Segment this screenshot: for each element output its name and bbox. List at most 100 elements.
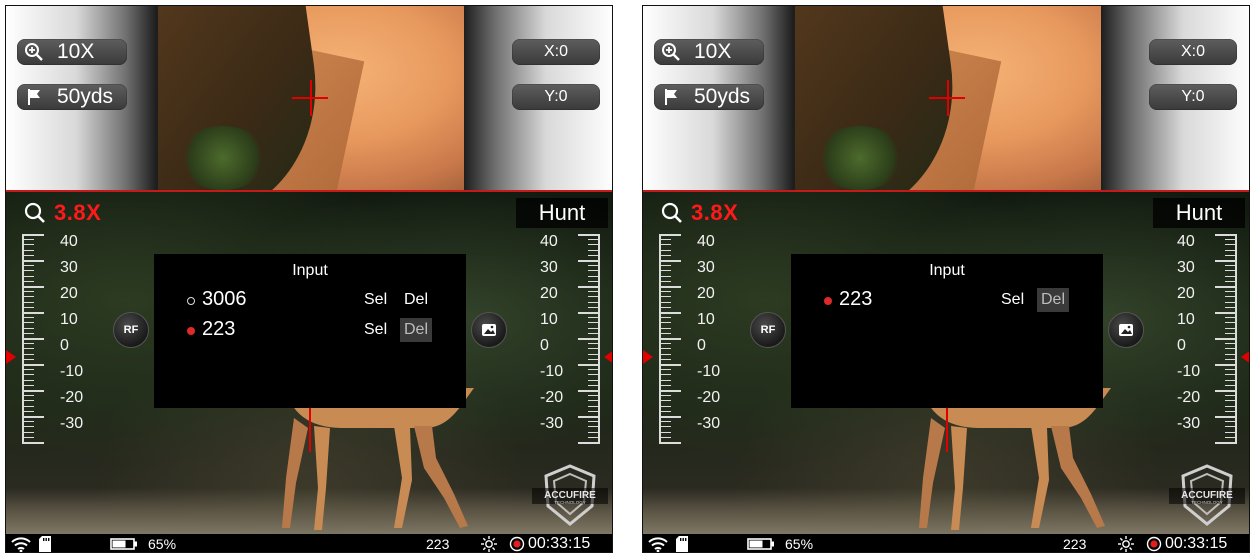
mode-label[interactable]: Hunt: [516, 198, 608, 228]
scale-label: 10: [540, 311, 558, 328]
elevation-scale-right: 40 30 20 10 0 -10 -20 -30: [1157, 233, 1247, 454]
scale-label: -30: [697, 415, 721, 432]
scale-label: 30: [540, 259, 558, 276]
zoom-window: 10X 50yds X:0 Y:0: [643, 6, 1249, 190]
mode-label[interactable]: Hunt: [1153, 198, 1245, 228]
profile-row[interactable]: 3006 Sel Del: [154, 288, 466, 314]
distance-badge[interactable]: 50yds: [17, 84, 127, 110]
distance-value: 50yds: [694, 85, 751, 108]
zoom-level-badge[interactable]: 10X: [17, 39, 127, 65]
scope-screen-left: 10X 50yds X:0 Y:0 3.8X Hunt 40 30 20 10 0 -10…: [5, 5, 613, 553]
status-bar: 65% 223 00:33:15: [643, 534, 1249, 552]
scale-label: 20: [1177, 285, 1195, 302]
magnification-indicator[interactable]: 3.8X: [24, 200, 101, 226]
scale-label: 0: [60, 337, 69, 354]
scale-tick: [659, 260, 681, 262]
select-button[interactable]: Sel: [364, 321, 387, 339]
rf-button[interactable]: RF: [113, 312, 149, 348]
profile-label: 223: [426, 536, 450, 552]
scale-spine: [659, 234, 661, 442]
scale-label: -10: [540, 363, 564, 380]
scale-tick: [659, 338, 681, 340]
selected-radio-icon[interactable]: [824, 297, 832, 305]
scale-label: 30: [697, 259, 715, 276]
scale-label: 40: [697, 233, 715, 250]
scale-label: 20: [60, 285, 78, 302]
scale-spine: [22, 234, 24, 442]
delete-button[interactable]: Del: [1037, 288, 1070, 312]
y-offset-badge[interactable]: Y:0: [512, 84, 600, 110]
record-icon[interactable]: [1146, 536, 1162, 552]
x-offset-badge[interactable]: X:0: [1149, 39, 1237, 65]
scale-tick: [22, 416, 44, 418]
flag-icon: [658, 84, 684, 110]
scale-tick: [578, 234, 600, 236]
zoom-in-icon: [21, 39, 47, 65]
zoom-in-icon: [658, 39, 684, 65]
center-reticle-line: [309, 408, 311, 452]
profile-name: 223: [202, 318, 236, 340]
profile-row[interactable]: 223 Sel Del: [791, 288, 1103, 314]
scale-label: -30: [60, 415, 84, 432]
left-pointer-icon: [6, 350, 16, 364]
zoom-level-badge[interactable]: 10X: [654, 39, 764, 65]
photo-button[interactable]: [1108, 312, 1144, 348]
scale-label: 0: [1177, 337, 1186, 354]
delete-button[interactable]: Del: [400, 318, 433, 342]
elevation-scale-left: 40 30 20 10 0 -10 -20 -30: [10, 233, 100, 454]
battery-icon: [747, 538, 774, 550]
scale-tick: [659, 286, 681, 288]
status-bar: 65% 223 00:33:15: [6, 534, 612, 552]
scale-tick: [1215, 286, 1237, 288]
scale-tick: [1215, 442, 1237, 444]
x-offset-badge[interactable]: X:0: [512, 39, 600, 65]
zoom-level-value: 10X: [694, 40, 732, 63]
scale-tick: [1215, 338, 1237, 340]
scale-label: 0: [540, 337, 549, 354]
zoom-reticle-vertical: [310, 80, 312, 116]
scale-label: -30: [540, 415, 564, 432]
scale-label: 40: [1177, 233, 1195, 250]
zoom-image: [158, 6, 464, 190]
recording-time: 00:33:15: [1165, 535, 1228, 552]
unselected-radio-icon[interactable]: [187, 297, 195, 305]
photo-icon: [1119, 324, 1133, 336]
scale-label: 20: [697, 285, 715, 302]
scale-tick: [22, 442, 44, 444]
flag-icon: [21, 84, 47, 110]
scale-label: -20: [697, 389, 721, 406]
input-dialog: Input 223 Sel Del: [791, 254, 1103, 408]
y-offset-badge[interactable]: Y:0: [1149, 84, 1237, 110]
select-button[interactable]: Sel: [1001, 291, 1024, 309]
scale-tick: [1215, 416, 1237, 418]
scale-label: -10: [1177, 363, 1201, 380]
selected-radio-icon[interactable]: [187, 327, 195, 335]
sd-card-icon: [39, 536, 51, 552]
magnifier-icon: [661, 202, 682, 223]
dialog-title: Input: [929, 262, 965, 279]
scale-label: 30: [1177, 259, 1195, 276]
battery-icon: [110, 538, 137, 550]
magnifier-icon: [24, 202, 45, 223]
scale-label: 10: [1177, 311, 1195, 328]
rf-button[interactable]: RF: [750, 312, 786, 348]
scale-tick: [1215, 234, 1237, 236]
photo-button[interactable]: [471, 312, 507, 348]
scale-tick: [1215, 312, 1237, 314]
main-view: 3.8X Hunt 40 30 20 10 0 -10 -20 -30 40 30 20 10 0 -1…: [643, 190, 1249, 552]
profile-label: 223: [1063, 536, 1087, 552]
magnification-indicator[interactable]: 3.8X: [661, 200, 738, 226]
profile-row[interactable]: 223 Sel Del: [154, 318, 466, 344]
wifi-icon: [648, 537, 668, 552]
scale-label: -10: [60, 363, 84, 380]
scale-tick: [578, 260, 600, 262]
scale-label: -20: [1177, 389, 1201, 406]
record-icon[interactable]: [509, 536, 525, 552]
scale-label: 30: [60, 259, 78, 276]
scale-tick: [659, 442, 681, 444]
distance-badge[interactable]: 50yds: [654, 84, 764, 110]
left-pointer-icon: [643, 350, 653, 364]
scale-tick: [659, 390, 681, 392]
delete-button[interactable]: Del: [400, 288, 432, 312]
select-button[interactable]: Sel: [364, 291, 387, 309]
